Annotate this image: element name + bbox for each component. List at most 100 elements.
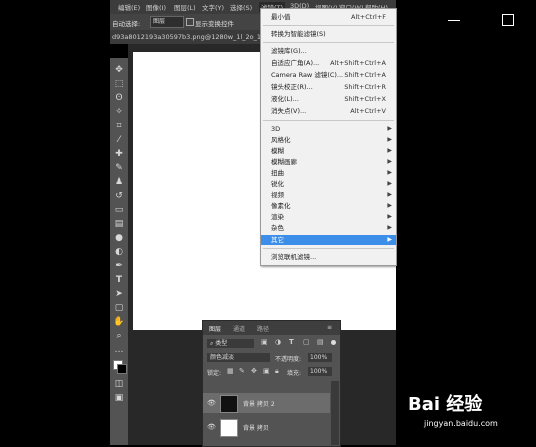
menu-item-video[interactable]: 视频 ▶: [261, 190, 396, 200]
pen-tool-icon[interactable]: ✒: [113, 260, 125, 272]
menu-item-vanishing-point[interactable]: 消失点(V)... Alt+Ctrl+V: [261, 106, 396, 116]
lock-pixels-icon[interactable]: ✎: [239, 367, 245, 375]
menu-item-pixelate[interactable]: 像素化 ▶: [261, 201, 396, 211]
menu-item-render[interactable]: 渲染 ▶: [261, 212, 396, 222]
watermark: Bai 经验 jingyan.baidu.com: [408, 382, 533, 442]
maximize-icon[interactable]: [502, 14, 514, 26]
menu-item-convert-smart-filter[interactable]: 转换为智能滤镜(S): [261, 29, 396, 39]
layer-row[interactable]: 👁︎ 背景 拷贝 2: [203, 393, 330, 413]
eraser-tool-icon[interactable]: ▭: [113, 204, 125, 216]
menu-divider: [263, 248, 394, 249]
blend-row: 颜色减淡 不透明度: 100%: [203, 352, 340, 364]
filter-shape-icon[interactable]: ▢: [303, 338, 310, 346]
auto-select-label: 自动选择:: [112, 20, 141, 28]
menu-image[interactable]: 图像(I): [146, 2, 166, 12]
submenu-arrow-icon: ▶: [387, 191, 392, 198]
blur-tool-icon[interactable]: ●: [113, 232, 125, 244]
panel-menu-icon[interactable]: ≡: [327, 324, 332, 331]
lock-all-icon[interactable]: 🔒︎: [275, 367, 279, 376]
more-tools-icon[interactable]: …: [113, 344, 125, 356]
layer-thumbnail: [220, 419, 238, 437]
submenu-arrow-icon: ▶: [387, 169, 392, 176]
visibility-eye-icon[interactable]: 👁︎: [207, 423, 216, 431]
shape-tool-icon[interactable]: ▢: [113, 302, 125, 314]
magic-wand-tool-icon[interactable]: ✧: [113, 106, 125, 118]
filter-pixel-icon[interactable]: ▣: [261, 338, 268, 346]
background-color-swatch[interactable]: [117, 364, 127, 374]
baidu-watermark-logo: Bai 经验: [408, 394, 483, 415]
brush-tool-icon[interactable]: ✎: [113, 162, 125, 174]
submenu-arrow-icon: ▶: [387, 224, 392, 231]
screen-mode-icon[interactable]: ▣: [113, 392, 125, 404]
show-transform-checkbox[interactable]: [186, 18, 194, 26]
eyedropper-tool-icon[interactable]: ⁄: [113, 134, 125, 146]
zoom-tool-icon[interactable]: ⌕: [113, 330, 125, 342]
lock-position-icon[interactable]: ✥: [251, 367, 257, 375]
lock-artboard-icon[interactable]: ▣: [263, 367, 270, 375]
menu-type[interactable]: 文字(Y): [202, 2, 224, 12]
menu-layer[interactable]: 图层(L): [174, 2, 196, 12]
layer-filter-row: ⌕ 类型 ▣ ◑ T ▢ ▤: [203, 338, 340, 350]
healing-brush-tool-icon[interactable]: ✚: [113, 148, 125, 160]
marquee-tool-icon[interactable]: ⬚: [113, 78, 125, 90]
submenu-arrow-icon: ▶: [387, 213, 392, 220]
menu-select[interactable]: 选择(S): [230, 2, 252, 12]
path-selection-tool-icon[interactable]: ➤: [113, 288, 125, 300]
layer-row[interactable]: 👁︎ 背景 拷贝: [203, 417, 330, 437]
submenu-arrow-icon: ▶: [387, 158, 392, 165]
lock-transparent-icon[interactable]: ▦: [227, 367, 234, 375]
blend-mode-dropdown[interactable]: 颜色减淡: [207, 353, 270, 362]
submenu-arrow-icon: ▶: [387, 180, 392, 187]
lasso-tool-icon[interactable]: ʘ: [113, 92, 125, 104]
menu-item-filter-gallery[interactable]: 滤镜库(G)...: [261, 46, 396, 56]
tab-channels[interactable]: 通道: [233, 324, 245, 333]
gradient-tool-icon[interactable]: ▤: [113, 218, 125, 230]
tab-paths[interactable]: 路径: [257, 324, 269, 333]
minimize-icon[interactable]: [448, 20, 460, 21]
move-tool-icon[interactable]: ✥: [113, 64, 125, 76]
fill-label: 填充:: [287, 370, 302, 377]
document-tab[interactable]: d93a8012193a30597b3.png@1280w_1l_2o_100s: [112, 33, 273, 41]
menu-item-blur[interactable]: 模糊 ▶: [261, 146, 396, 156]
menu-item-camera-raw[interactable]: Camera Raw 滤镜(C)... Shift+Ctrl+A: [261, 70, 396, 80]
layer-name: 背景 拷贝 2: [243, 401, 275, 408]
tab-layers[interactable]: 图层: [209, 324, 221, 333]
menu-item-3d[interactable]: 3D ▶: [261, 124, 396, 134]
opacity-label: 不透明度:: [275, 356, 302, 363]
menu-item-minimum[interactable]: 最小值 Alt+Ctrl+F: [261, 12, 396, 22]
layers-panel: 图层 通道 路径 ≡ ⌕ 类型 ▣ ◑ T ▢ ▤ 颜色减淡 不透明度: 100…: [202, 320, 341, 447]
opacity-input[interactable]: 100%: [308, 353, 332, 362]
menu-item-distort[interactable]: 扭曲 ▶: [261, 168, 396, 178]
menu-item-browse-online-filters[interactable]: 浏览联机滤镜...: [261, 252, 396, 262]
layers-panel-tabs: 图层 通道 路径 ≡: [203, 321, 340, 335]
filter-menu: 最小值 Alt+Ctrl+F 转换为智能滤镜(S) 滤镜库(G)... 自适应广角…: [260, 8, 397, 266]
menu-item-lens-correction[interactable]: 镜头校正(R)... Shift+Ctrl+R: [261, 82, 396, 92]
filter-adjustment-icon[interactable]: ◑: [275, 338, 281, 346]
menu-item-sharpen[interactable]: 锐化 ▶: [261, 179, 396, 189]
hand-tool-icon[interactable]: ✋: [113, 316, 125, 328]
menu-item-other[interactable]: 其它 ▶: [261, 235, 396, 245]
menu-item-liquify[interactable]: 液化(L)... Shift+Ctrl+X: [261, 94, 396, 104]
menu-item-blur-gallery[interactable]: 模糊画廊 ▶: [261, 157, 396, 167]
quick-mask-icon[interactable]: ◫: [113, 378, 125, 390]
submenu-arrow-icon: ▶: [387, 202, 392, 209]
auto-select-dropdown[interactable]: 图层: [150, 16, 184, 28]
menu-edit[interactable]: 编辑(E): [118, 2, 140, 12]
dodge-tool-icon[interactable]: ◐: [113, 246, 125, 258]
filter-smart-object-icon[interactable]: ▤: [317, 338, 324, 346]
submenu-arrow-icon: ▶: [387, 125, 392, 132]
type-tool-icon[interactable]: T: [113, 274, 125, 286]
menu-item-stylize[interactable]: 风格化 ▶: [261, 135, 396, 145]
visibility-eye-icon[interactable]: 👁︎: [207, 399, 216, 407]
menu-item-adaptive-wide-angle[interactable]: 自适应广角(A)... Alt+Shift+Ctrl+A: [261, 58, 396, 68]
layer-filter-dropdown[interactable]: ⌕ 类型: [207, 339, 254, 348]
filter-type-icon[interactable]: T: [289, 338, 294, 346]
menu-item-noise[interactable]: 杂色 ▶: [261, 223, 396, 233]
fill-input[interactable]: 100%: [308, 367, 332, 376]
submenu-arrow-icon: ▶: [387, 136, 392, 143]
layers-scrollbar[interactable]: [331, 381, 339, 445]
filter-toggle-icon[interactable]: [331, 340, 336, 345]
history-brush-tool-icon[interactable]: ↺: [113, 190, 125, 202]
clone-stamp-tool-icon[interactable]: ♟: [113, 176, 125, 188]
crop-tool-icon[interactable]: ⌗: [113, 120, 125, 132]
